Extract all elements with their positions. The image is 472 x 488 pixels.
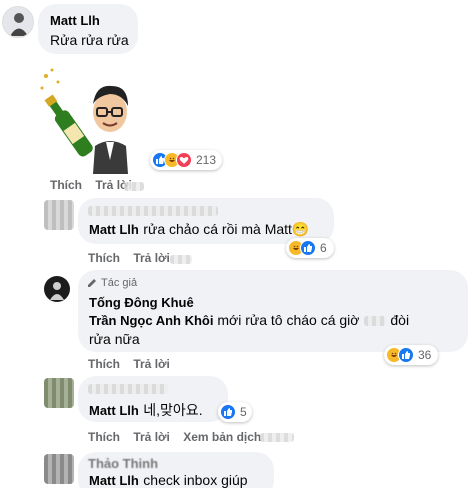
like-button[interactable]: Thích (88, 430, 120, 444)
pencil-icon (88, 279, 96, 287)
comment-text: check inbox giúp (143, 472, 248, 488)
blurred-author-name (88, 384, 168, 394)
comment-bubble: Matt Llh 네,맞아요. (78, 376, 228, 422)
comment-actions: Thích Trả lời (88, 251, 180, 265)
comment-actions: Thích Trả lời (88, 357, 180, 371)
comment-author[interactable]: Tống Đông Khuê (89, 295, 194, 310)
reaction-count: 6 (320, 241, 327, 255)
mentioned-user[interactable]: Trần Ngọc Anh Khôi (89, 313, 213, 328)
comment-text: mới rửa tô cháo cá giờ (213, 312, 360, 328)
mentioned-user[interactable]: Matt Llh (89, 403, 139, 418)
comment-actions: Thích Trả lời Xem bản dịch (88, 430, 271, 444)
blurred-word (363, 316, 386, 326)
like-reaction-icon (220, 404, 236, 420)
comment-author[interactable]: Thảo Thinh (88, 456, 158, 471)
love-reaction-icon (176, 152, 192, 168)
comment-text-line2: rửa nữa (89, 331, 140, 347)
reaction-summary[interactable]: 213 (150, 150, 222, 170)
reaction-count: 213 (196, 153, 217, 167)
author-badge: Tác giả (86, 277, 137, 289)
blurred-avatar[interactable] (44, 200, 74, 230)
reaction-count: 36 (418, 348, 432, 362)
comment-bubble: Matt Llh Rửa rửa rửa (38, 4, 138, 54)
mentioned-user[interactable]: Matt Llh (89, 473, 139, 488)
like-reaction-icon (398, 347, 414, 363)
author-avatar[interactable] (44, 276, 70, 302)
translate-button[interactable]: Xem bản dịch (183, 430, 261, 444)
comment-text-line: Trần Ngọc Anh Khôi mới rửa tô cháo cá gi… (89, 312, 409, 330)
like-reaction-icon (300, 240, 316, 256)
blurred-timestamp (170, 255, 192, 264)
like-button[interactable]: Thích (50, 178, 82, 192)
blurred-avatar[interactable] (44, 454, 74, 484)
mentioned-user[interactable]: Matt Llh (89, 222, 139, 237)
person-icon (50, 282, 64, 300)
comment-text-line: Matt Llh 네,맞아요. (89, 400, 203, 420)
like-button[interactable]: Thích (88, 251, 120, 265)
comment-bubble: Tác giả Tống Đông Khuê Trần Ngọc Anh Khô… (78, 270, 468, 352)
commenter-avatar[interactable] (2, 6, 34, 38)
blurred-avatar[interactable] (44, 378, 74, 408)
blurred-timestamp (260, 433, 294, 442)
person-icon (10, 13, 28, 36)
comment-text: Rửa rửa rửa (50, 32, 129, 48)
comment-text-line: Matt Llh rửa chảo cá rồi mà Matt😁 (89, 221, 309, 239)
reaction-summary[interactable]: 6 (286, 238, 334, 258)
comment-text: 네,맞아요. (143, 402, 203, 418)
comment-text-end: đòi (390, 312, 410, 328)
champagne-avatar-sticker (38, 64, 138, 174)
like-button[interactable]: Thích (88, 357, 120, 371)
reaction-summary[interactable]: 36 (384, 345, 438, 365)
blurred-author-name (88, 206, 218, 216)
comment-text: rửa chảo cá rồi mà Matt😁 (143, 221, 310, 237)
comment-bubble: Thảo Thinh Matt Llh check inbox giúp (78, 452, 274, 488)
author-badge-label: Tác giả (101, 277, 138, 289)
blurred-timestamp (124, 182, 144, 191)
comment-author[interactable]: Matt Llh (50, 13, 100, 28)
comment-text-line: Matt Llh check inbox giúp (89, 472, 248, 488)
reaction-count: 5 (240, 405, 247, 419)
reply-button[interactable]: Trả lời (133, 251, 170, 265)
reply-button[interactable]: Trả lời (133, 430, 170, 444)
reaction-summary[interactable]: 5 (218, 402, 252, 422)
reply-button[interactable]: Trả lời (133, 357, 170, 371)
